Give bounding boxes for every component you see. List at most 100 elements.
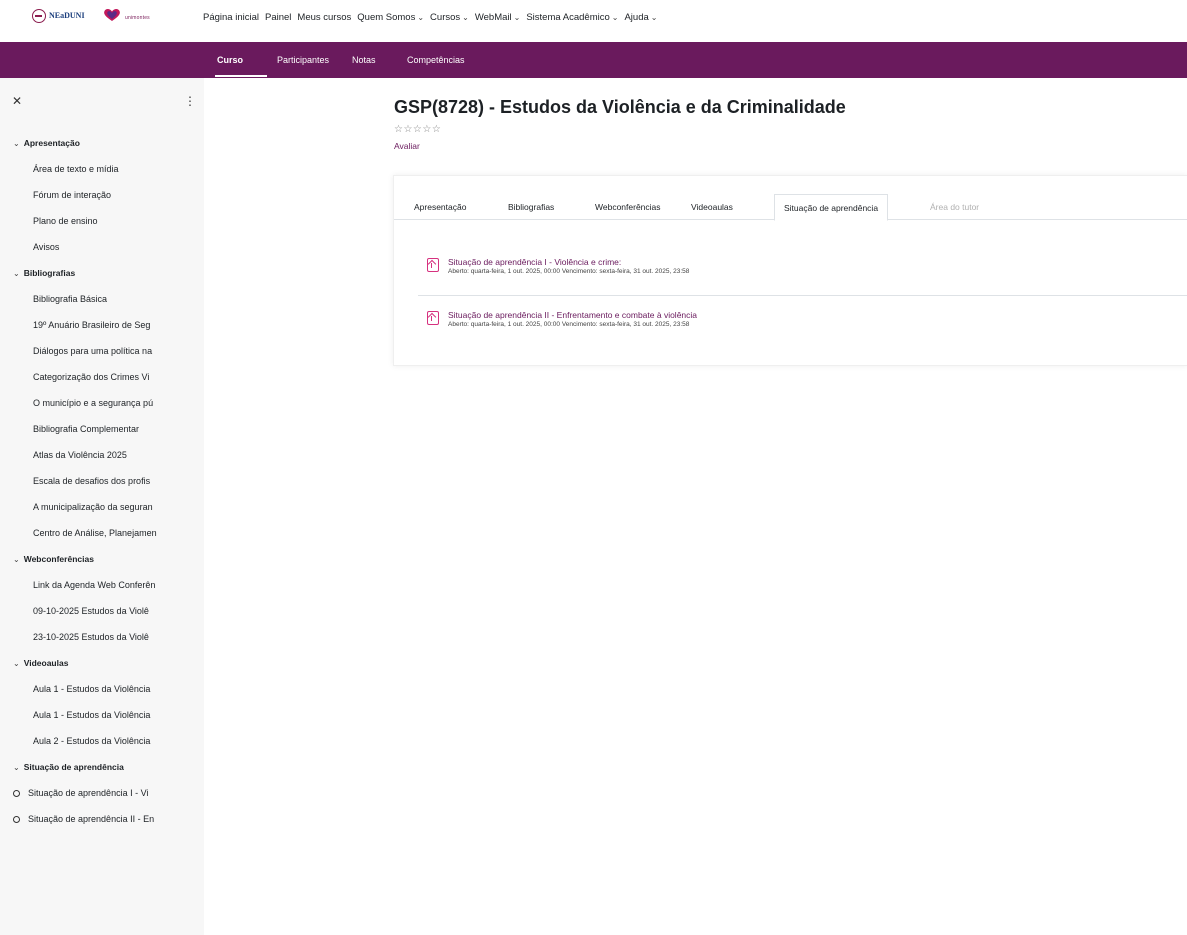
drawer-item-label: Videoaulas bbox=[23, 658, 69, 668]
topnav-item-1[interactable]: Painel bbox=[265, 12, 291, 23]
topnav-item-5[interactable]: WebMail ⌄ bbox=[475, 12, 520, 23]
section-tab-1[interactable]: Bibliografias bbox=[508, 194, 554, 220]
drawer-item[interactable]: Aula 1 - Estudos da Violência bbox=[0, 676, 204, 702]
activity-dates: Aberto: quarta-feira, 1 out. 2025, 00:00… bbox=[448, 268, 690, 275]
drawer-item[interactable]: 19º Anuário Brasileiro de Seg bbox=[0, 312, 204, 338]
drawer-item[interactable]: Escala de desafios dos profis bbox=[0, 468, 204, 494]
seal-icon bbox=[32, 9, 46, 23]
drawer-item[interactable]: Aula 1 - Estudos da Violência bbox=[0, 702, 204, 728]
topnav-item-3[interactable]: Quem Somos ⌄ bbox=[357, 12, 424, 23]
completion-circle-icon bbox=[13, 789, 20, 797]
tab-competencias[interactable]: Competências bbox=[407, 42, 465, 78]
drawer-item-label: Atlas da Violência 2025 bbox=[33, 450, 127, 460]
drawer-item-label: Diálogos para uma política na bbox=[33, 346, 153, 356]
topnav-item-0[interactable]: Página inicial bbox=[203, 12, 259, 23]
section-tab-4[interactable]: Situação de aprendência bbox=[774, 194, 889, 221]
tab-notas[interactable]: Notas bbox=[352, 42, 376, 78]
drawer-item[interactable]: Centro de Análise, Planejamen bbox=[0, 520, 204, 546]
drawer-item[interactable]: 23-10-2025 Estudos da Violê bbox=[0, 624, 204, 650]
drawer-item[interactable]: Situação de aprendência II - En bbox=[0, 806, 204, 832]
drawer-item-label: 19º Anuário Brasileiro de Seg bbox=[33, 320, 151, 330]
drawer-item[interactable]: Link da Agenda Web Conferên bbox=[0, 572, 204, 598]
topnav-item-4[interactable]: Cursos ⌄ bbox=[430, 12, 469, 23]
topnav-item-label: Meus cursos bbox=[297, 12, 352, 23]
activity-item: Situação de aprendência II - Enfrentamen… bbox=[418, 303, 1187, 349]
drawer-section[interactable]: ⌄ Situação de aprendência bbox=[0, 754, 204, 780]
drawer-item-label: Bibliografia Complementar bbox=[33, 424, 140, 434]
topnav-item-label: Painel bbox=[264, 12, 292, 23]
drawer-item-label: Escala de desafios dos profis bbox=[33, 476, 151, 486]
drawer-item[interactable]: Bibliografia Complementar bbox=[0, 416, 204, 442]
drawer-item-label: Apresentação bbox=[23, 138, 80, 148]
close-icon[interactable]: ✕ bbox=[12, 94, 22, 108]
drawer-item[interactable]: Área de texto e mídia bbox=[0, 156, 204, 182]
chevron-down-icon: ⌄ bbox=[513, 13, 521, 22]
drawer-item[interactable]: Fórum de interação bbox=[0, 182, 204, 208]
topnav-item-7[interactable]: Ajuda ⌄ bbox=[624, 12, 657, 23]
chevron-down-icon: ⌄ bbox=[417, 13, 425, 22]
topnav-item-label: Quem Somos bbox=[357, 12, 416, 23]
drawer-item-label: Bibliografia Básica bbox=[33, 294, 108, 304]
tab-participantes[interactable]: Participantes bbox=[277, 42, 329, 78]
drawer-item[interactable]: 09-10-2025 Estudos da Violê bbox=[0, 598, 204, 624]
rate-link[interactable]: Avaliar bbox=[394, 141, 420, 151]
assignment-icon[interactable] bbox=[427, 311, 439, 325]
drawer-item-label: Webconferências bbox=[23, 554, 94, 564]
drawer-section[interactable]: ⌄ Webconferências bbox=[0, 546, 204, 572]
chevron-down-icon[interactable]: ⌄ bbox=[13, 659, 20, 668]
topnav-item-2[interactable]: Meus cursos bbox=[297, 12, 351, 23]
drawer-item[interactable]: A municipalização da seguran bbox=[0, 494, 204, 520]
unimontes-logo[interactable]: unimontes bbox=[103, 8, 173, 24]
top-navbar: NEaDUNI unimontes Página inicial Painel Me… bbox=[0, 0, 1187, 42]
topnav-item-label: Ajuda bbox=[624, 12, 649, 23]
section-tabs: Apresentação Bibliografias Webconferências… bbox=[394, 194, 1187, 221]
topnav-item-6[interactable]: Sistema Acadêmico ⌄ bbox=[526, 12, 618, 23]
drawer-item-label: O município e a segurança pú bbox=[33, 398, 154, 408]
drawer-item[interactable]: Avisos bbox=[0, 234, 204, 260]
drawer-item[interactable]: Diálogos para uma política na bbox=[0, 338, 204, 364]
drawer-section[interactable]: ⌄ Videoaulas bbox=[0, 650, 204, 676]
section-tab-5[interactable]: Área do tutor bbox=[930, 194, 979, 220]
drawer-item[interactable]: Atlas da Violência 2025 bbox=[0, 442, 204, 468]
activity-link[interactable]: Situação de aprendência I - Violência e … bbox=[448, 257, 621, 267]
rating-stars-icon[interactable]: ☆☆☆☆☆ bbox=[394, 124, 441, 135]
drawer-item-label: Avisos bbox=[33, 242, 60, 252]
drawer-item-label: Aula 2 - Estudos da Violência bbox=[33, 736, 151, 746]
drawer-item-label: Aula 1 - Estudos da Violência bbox=[33, 710, 151, 720]
drawer-item[interactable]: Categorização dos Crimes Vi bbox=[0, 364, 204, 390]
drawer-section[interactable]: ⌄ Bibliografias bbox=[0, 260, 204, 286]
drawer-item[interactable]: Situação de aprendência I - Vi bbox=[0, 780, 204, 806]
drawer-item[interactable]: Plano de ensino bbox=[0, 208, 204, 234]
chevron-down-icon[interactable]: ⌄ bbox=[13, 139, 20, 148]
assignment-icon[interactable] bbox=[427, 258, 439, 272]
heart-logo-icon bbox=[104, 8, 120, 21]
section-tab-2[interactable]: Webconferências bbox=[595, 194, 661, 220]
drawer-item[interactable]: Aula 2 - Estudos da Violência bbox=[0, 728, 204, 754]
tab-curso[interactable]: Curso bbox=[217, 42, 243, 78]
drawer-item-label: Aula 1 - Estudos da Violência bbox=[33, 684, 151, 694]
section-tab-3[interactable]: Videoaulas bbox=[691, 194, 733, 220]
drawer-item-label: Fórum de interação bbox=[33, 190, 112, 200]
chevron-down-icon[interactable]: ⌄ bbox=[13, 763, 20, 772]
chevron-down-icon[interactable]: ⌄ bbox=[13, 269, 20, 278]
logo2-text: unimontes bbox=[125, 15, 150, 21]
active-tab-indicator bbox=[215, 75, 267, 77]
drawer-item-label: Área de texto e mídia bbox=[33, 164, 119, 174]
secondary-navigation: Curso Participantes Notas Competências bbox=[0, 42, 1187, 78]
chevron-down-icon[interactable]: ⌄ bbox=[13, 555, 20, 564]
drawer-item-label: Situação de aprendência bbox=[23, 762, 124, 772]
drawer-item-label: Situação de aprendência I - Vi bbox=[28, 788, 149, 798]
primary-navigation: Página inicial Painel Meus cursos Quem Somo… bbox=[203, 12, 657, 23]
drawer-item-label: Bibliografias bbox=[23, 268, 76, 278]
drawer-item-label: 09-10-2025 Estudos da Violê bbox=[33, 606, 149, 616]
drawer-item-label: Link da Agenda Web Conferên bbox=[33, 580, 156, 590]
neaduni-logo[interactable]: NEaDUNI bbox=[32, 9, 90, 23]
section-tab-0[interactable]: Apresentação bbox=[414, 194, 466, 220]
topnav-item-label: Cursos bbox=[430, 12, 461, 23]
kebab-icon[interactable]: ⋮ bbox=[184, 94, 196, 108]
drawer-item[interactable]: O município e a segurança pú bbox=[0, 390, 204, 416]
drawer-section[interactable]: ⌄ Apresentação bbox=[0, 130, 204, 156]
course-index-drawer: ✕ ⋮ ⌄ Apresentação Área de texto e mídia Fó… bbox=[0, 78, 204, 935]
drawer-item[interactable]: Bibliografia Básica bbox=[0, 286, 204, 312]
activity-link[interactable]: Situação de aprendência II - Enfrentamen… bbox=[448, 310, 697, 320]
